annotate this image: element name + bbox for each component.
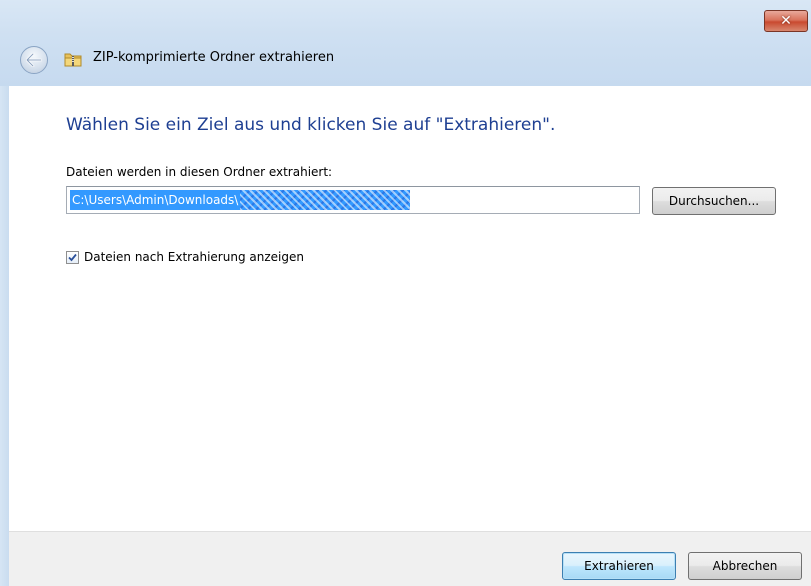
- title-bar: ✕ ZIP-komprimierte Ordner extrahieren: [0, 0, 811, 86]
- show-files-label: Dateien nach Extrahierung anzeigen: [84, 250, 304, 264]
- button-bar: Extrahieren Abbrechen: [9, 531, 811, 586]
- redacted-path-segment: [240, 190, 411, 210]
- back-arrow-icon: [26, 53, 42, 67]
- close-icon: ✕: [780, 13, 792, 29]
- close-button[interactable]: ✕: [764, 10, 808, 32]
- show-files-option[interactable]: Dateien nach Extrahierung anzeigen: [66, 250, 304, 264]
- checkmark-icon: [68, 253, 77, 261]
- page-heading: Wählen Sie ein Ziel aus und klicken Sie …: [66, 115, 556, 135]
- browse-button[interactable]: Durchsuchen...: [652, 187, 776, 215]
- window-title: ZIP-komprimierte Ordner extrahieren: [93, 50, 335, 65]
- cancel-button[interactable]: Abbrechen: [688, 552, 802, 580]
- content-area: Wählen Sie ein Ziel aus und klicken Sie …: [9, 86, 811, 531]
- window-frame-left: [0, 86, 9, 586]
- zip-folder-icon: [64, 53, 82, 67]
- destination-path-value: C:\Users\Admin\Downloads\: [70, 190, 241, 210]
- destination-path-input[interactable]: C:\Users\Admin\Downloads\: [66, 186, 640, 214]
- extract-wizard-window: ✕ ZIP-komprimierte Ordner extrahieren Wä…: [0, 0, 811, 586]
- destination-label: Dateien werden in diesen Ordner extrahie…: [66, 165, 333, 179]
- back-button[interactable]: [20, 46, 48, 74]
- show-files-checkbox[interactable]: [66, 250, 79, 264]
- extract-button[interactable]: Extrahieren: [562, 552, 676, 580]
